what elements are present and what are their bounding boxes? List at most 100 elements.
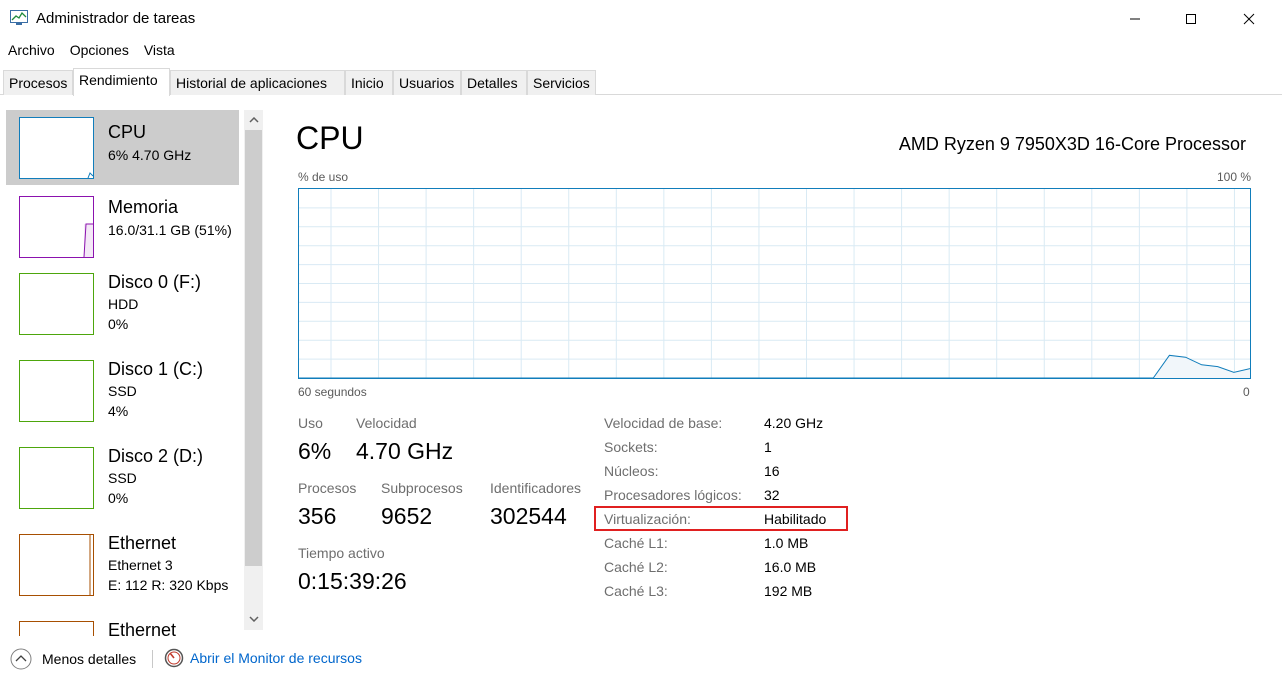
sidebar-item-cpu[interactable]: CPU 6% 4.70 GHz <box>6 110 239 185</box>
sidebar-scrollbar[interactable] <box>244 110 263 630</box>
menu-vista[interactable]: Vista <box>136 40 182 62</box>
graph-x-label: 60 segundos <box>298 385 367 399</box>
resource-monitor-link[interactable]: Abrir el Monitor de recursos <box>164 648 362 668</box>
uso-label: Uso <box>298 415 323 431</box>
graph-y-max-label: 100 % <box>1216 170 1251 184</box>
detail-label-cache-l1: Caché L1: <box>604 535 668 551</box>
ethernet-thumbnail <box>19 621 94 636</box>
tab-historial[interactable]: Historial de aplicaciones <box>170 70 345 95</box>
detail-label-sockets: Sockets: <box>604 439 658 455</box>
sidebar-item-throughput: E: 112 R: 320 Kbps <box>108 577 229 593</box>
procesos-label: Procesos <box>298 480 357 496</box>
sidebar-item-usage: 4% <box>108 403 129 419</box>
close-icon <box>1243 13 1255 25</box>
tab-bar: Procesos Rendimiento Historial de aplica… <box>0 68 1282 96</box>
sidebar-item-type: SSD <box>108 383 137 399</box>
memory-mini-graph <box>83 223 93 258</box>
close-button[interactable] <box>1226 0 1272 38</box>
detail-value-base-speed: 4.20 GHz <box>764 415 824 431</box>
uso-value: 6% <box>298 438 332 464</box>
virtualization-highlight <box>594 506 848 531</box>
graph-y-label: % de uso <box>298 170 349 184</box>
detail-label-cache-l3: Caché L3: <box>604 583 668 599</box>
sidebar-item-title: Disco 0 (F:) <box>108 272 202 292</box>
scroll-down-button[interactable] <box>244 610 263 628</box>
chevron-up-icon <box>248 117 259 123</box>
sidebar-item-disco-1[interactable]: Disco 1 (C:) SSD 4% <box>6 353 239 433</box>
less-details-button[interactable]: Menos detalles <box>10 648 136 670</box>
tab-inicio[interactable]: Inicio <box>345 70 393 95</box>
collapse-up-icon <box>10 648 32 670</box>
disk-thumbnail <box>19 447 94 509</box>
ethernet-mini-graph <box>89 535 91 595</box>
sidebar-item-type: SSD <box>108 470 137 486</box>
sidebar-item-ethernet-2[interactable]: Ethernet <box>6 614 239 636</box>
window-title: Administrador de tareas <box>36 10 196 27</box>
detail-value-cores: 16 <box>764 463 780 479</box>
identificadores-label: Identificadores <box>490 480 582 496</box>
chevron-down-icon <box>248 616 259 622</box>
less-details-label: Menos detalles <box>42 651 137 667</box>
tab-servicios[interactable]: Servicios <box>527 70 596 95</box>
task-manager-icon <box>10 10 28 25</box>
processor-name: AMD Ryzen 9 7950X3D 16-Core Processor <box>898 134 1246 154</box>
sidebar-item-disco-0[interactable]: Disco 0 (F:) HDD 0% <box>6 266 239 346</box>
sidebar-item-memoria[interactable]: Memoria 16.0/31.1 GB (51%) <box>6 186 239 261</box>
ethernet-thumbnail <box>19 534 94 596</box>
subprocesos-value: 9652 <box>381 503 433 529</box>
tiempo-activo-label: Tiempo activo <box>298 545 385 561</box>
detail-label-logical-processors: Procesadores lógicos: <box>604 487 742 503</box>
disk-thumbnail <box>19 360 94 422</box>
scroll-thumb[interactable] <box>245 130 262 566</box>
sidebar-item-ethernet[interactable]: Ethernet Ethernet 3 E: 112 R: 320 Kbps <box>6 527 239 607</box>
page-title: CPU <box>296 120 364 156</box>
sidebar-item-title: CPU <box>108 122 147 142</box>
sidebar-item-usage: 0% <box>108 490 129 506</box>
menu-opciones[interactable]: Opciones <box>62 40 136 62</box>
velocidad-label: Velocidad <box>356 415 417 431</box>
tab-procesos[interactable]: Procesos <box>3 70 73 95</box>
cpu-thumbnail <box>19 117 94 179</box>
scroll-up-button[interactable] <box>244 111 263 129</box>
maximize-icon <box>1186 14 1196 24</box>
detail-label-base-speed: Velocidad de base: <box>604 415 723 431</box>
sidebar-item-title: Disco 2 (D:) <box>108 446 204 466</box>
tab-detalles[interactable]: Detalles <box>461 70 527 95</box>
resource-monitor-label: Abrir el Monitor de recursos <box>190 650 362 666</box>
minimize-icon <box>1130 18 1140 20</box>
menu-archivo[interactable]: Archivo <box>0 40 62 62</box>
cpu-mini-graph <box>87 172 94 179</box>
sidebar-item-detail: 16.0/31.1 GB (51%) <box>108 222 232 238</box>
subprocesos-label: Subprocesos <box>381 480 463 496</box>
detail-label-cache-l2: Caché L2: <box>604 559 668 575</box>
cpu-usage-plot <box>299 189 1251 379</box>
disk-thumbnail <box>19 273 94 335</box>
procesos-value: 356 <box>298 503 337 529</box>
footer-bar: Menos detalles Abrir el Monitor de recur… <box>0 642 1282 678</box>
resource-monitor-icon <box>164 648 184 668</box>
maximize-button[interactable] <box>1168 0 1214 38</box>
footer-divider <box>152 650 153 668</box>
sidebar-item-title: Memoria <box>108 197 179 217</box>
velocidad-value: 4.70 GHz <box>356 438 454 464</box>
menu-bar: Archivo Opciones Vista <box>0 40 182 62</box>
identificadores-value: 302544 <box>490 503 567 529</box>
memory-thumbnail <box>19 196 94 258</box>
tab-rendimiento[interactable]: Rendimiento <box>73 68 170 96</box>
title-bar: Administrador de tareas <box>0 0 1282 38</box>
detail-label-cores: Núcleos: <box>604 463 659 479</box>
sidebar-item-title: Ethernet <box>108 620 177 636</box>
minimize-button[interactable] <box>1112 0 1158 38</box>
resource-sidebar: CPU 6% 4.70 GHz Memoria 16.0/31.1 GB (51… <box>0 96 265 636</box>
sidebar-item-detail: 6% 4.70 GHz <box>108 147 192 163</box>
tab-usuarios[interactable]: Usuarios <box>393 70 461 95</box>
sidebar-item-adapter: Ethernet 3 <box>108 557 173 573</box>
detail-value-cache-l2: 16.0 MB <box>764 559 817 575</box>
sidebar-item-disco-2[interactable]: Disco 2 (D:) SSD 0% <box>6 440 239 520</box>
detail-value-sockets: 1 <box>764 439 772 455</box>
sidebar-item-type: HDD <box>108 296 139 312</box>
graph-x-min-label: 0 <box>1243 385 1250 399</box>
detail-value-logical-processors: 32 <box>764 487 780 503</box>
sidebar-item-title: Ethernet <box>108 533 177 553</box>
sidebar-item-usage: 0% <box>108 316 129 332</box>
